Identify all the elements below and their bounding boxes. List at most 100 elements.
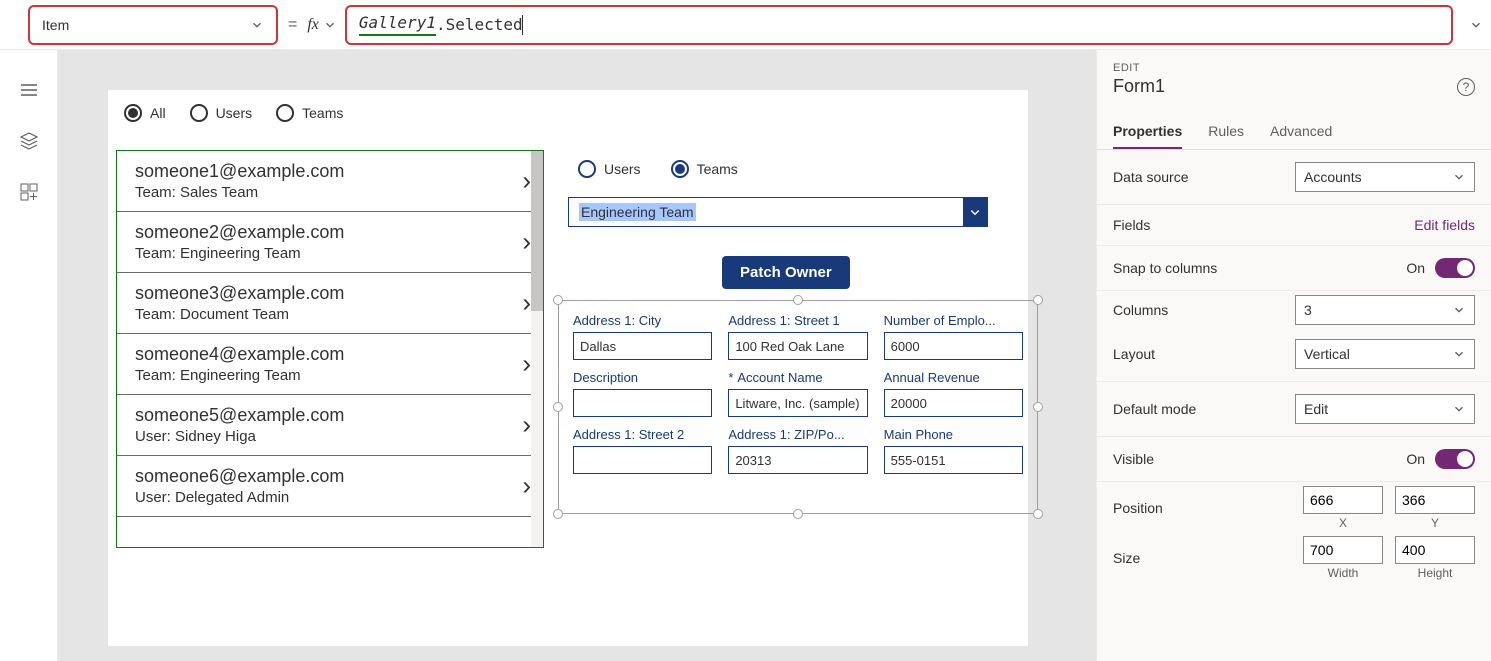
visible-toggle[interactable] [1435,449,1475,469]
chevron-down-icon [250,18,264,32]
control-name: Form1 [1113,76,1165,97]
list-item[interactable]: someone6@example.comUser: Delegated Admi… [117,456,543,517]
canvas-area[interactable]: All Users Teams someone1@example.com Team… [58,50,1096,661]
item-subtitle: User: Delegated Admin [135,489,503,506]
property-name: Item [42,17,69,33]
item-subtitle: User: Sidney Higa [135,428,503,445]
form-field: Description [573,370,712,417]
property-dropdown[interactable]: Item [28,5,278,45]
list-item[interactable]: someone2@example.comTeam: Engineering Te… [117,212,543,273]
field-label: Address 1: ZIP/Po... [728,427,867,442]
field-input[interactable] [728,389,867,417]
chevron-right-icon: › [522,349,531,380]
chevron-right-icon: › [522,410,531,441]
field-input[interactable] [884,446,1023,474]
tab-properties[interactable]: Properties [1113,113,1182,149]
item-title: someone1@example.com [135,161,503,182]
form-field: Address 1: Street 2 [573,427,712,474]
chevron-right-icon: › [522,288,531,319]
resize-handle[interactable] [793,295,803,305]
position-y-input[interactable] [1395,486,1475,514]
team-combobox[interactable]: Engineering Team [568,197,988,227]
form-field: Address 1: ZIP/Po... [728,427,867,474]
item-title: someone5@example.com [135,405,503,426]
field-input[interactable] [573,389,712,417]
field-input[interactable] [573,332,712,360]
formula-bar: Item = fx Gallery1.Selected [0,0,1491,50]
field-label: Number of Emplo... [884,313,1023,328]
resize-handle[interactable] [1033,509,1043,519]
list-item[interactable]: someone3@example.comTeam: Document Team› [117,273,543,334]
scrollbar[interactable] [531,151,543,547]
item-subtitle: Team: Engineering Team [135,245,503,262]
edit-fields-link[interactable]: Edit fields [1414,217,1475,233]
default-mode-dropdown[interactable]: Edit [1295,394,1475,424]
radio-form-teams[interactable]: Teams [671,160,738,178]
field-input[interactable] [728,332,867,360]
snap-label: Snap to columns [1113,260,1217,276]
combo-value: Engineering Team [569,204,963,220]
position-label: Position [1113,500,1163,516]
chevron-down-icon [1469,18,1483,32]
formula-reference: Gallery1 [359,13,436,36]
radio-form-users[interactable]: Users [578,160,641,178]
field-input[interactable] [884,389,1023,417]
properties-panel: EDIT Form1 ? Properties Rules Advanced D… [1096,50,1491,661]
form-field: Address 1: City [573,313,712,360]
form-field: Annual Revenue [884,370,1023,417]
visible-label: Visible [1113,451,1154,467]
layers-icon[interactable] [19,131,39,154]
radio-users[interactable]: Users [190,104,253,122]
columns-dropdown[interactable]: 3 [1295,295,1475,325]
chevron-down-icon [969,206,981,218]
field-input[interactable] [884,332,1023,360]
tab-advanced[interactable]: Advanced [1270,113,1332,149]
patch-owner-button[interactable]: Patch Owner [722,256,850,289]
tab-rules[interactable]: Rules [1208,113,1244,149]
size-label: Size [1113,550,1140,566]
formula-text: .Selected [436,15,523,34]
data-source-label: Data source [1113,169,1188,185]
gallery[interactable]: someone1@example.comTeam: Sales Team›som… [116,150,544,548]
edit-form[interactable]: Address 1: City Address 1: Street 1 Number… [558,300,1038,514]
owner-type-radios: Users Teams [578,160,738,178]
resize-handle[interactable] [1033,295,1043,305]
resize-handle[interactable] [553,509,563,519]
form-field: * Account Name [728,370,867,417]
data-source-dropdown[interactable]: Accounts [1295,162,1475,192]
hamburger-icon[interactable] [19,80,39,103]
field-input[interactable] [728,446,867,474]
default-mode-label: Default mode [1113,401,1196,417]
size-height-input[interactable] [1395,536,1475,564]
chevron-right-icon: › [522,166,531,197]
item-subtitle: Team: Document Team [135,306,503,323]
position-x-input[interactable] [1303,486,1383,514]
list-item[interactable]: someone5@example.com User: Sidney Higa › [117,395,543,456]
formula-input[interactable]: Gallery1.Selected [345,5,1453,45]
form-field: Address 1: Street 1 [728,313,867,360]
list-item[interactable]: someone1@example.com Team: Sales Team › [117,151,543,212]
chevron-right-icon: › [522,227,531,258]
equals-sign: = [288,16,297,34]
help-icon[interactable]: ? [1457,78,1475,96]
combo-dropdown-button[interactable] [963,198,987,226]
fields-label: Fields [1113,217,1150,233]
list-item[interactable]: someone4@example.comTeam: Engineering Te… [117,334,543,395]
resize-handle[interactable] [1033,402,1043,412]
resize-handle[interactable] [793,509,803,519]
layout-dropdown[interactable]: Vertical [1295,339,1475,369]
resize-handle[interactable] [553,402,563,412]
radio-teams[interactable]: Teams [276,104,343,122]
item-subtitle: Team: Sales Team [135,184,503,201]
size-width-input[interactable] [1303,536,1383,564]
fx-button[interactable]: fx [307,16,337,34]
left-rail [0,50,58,661]
filter-radio-group: All Users Teams [108,90,1028,130]
resize-handle[interactable] [553,295,563,305]
snap-toggle[interactable] [1435,258,1475,278]
radio-all[interactable]: All [124,104,166,122]
insert-icon[interactable] [19,182,39,205]
formula-expand[interactable] [1461,18,1491,32]
field-label: * Account Name [728,370,867,385]
field-input[interactable] [573,446,712,474]
